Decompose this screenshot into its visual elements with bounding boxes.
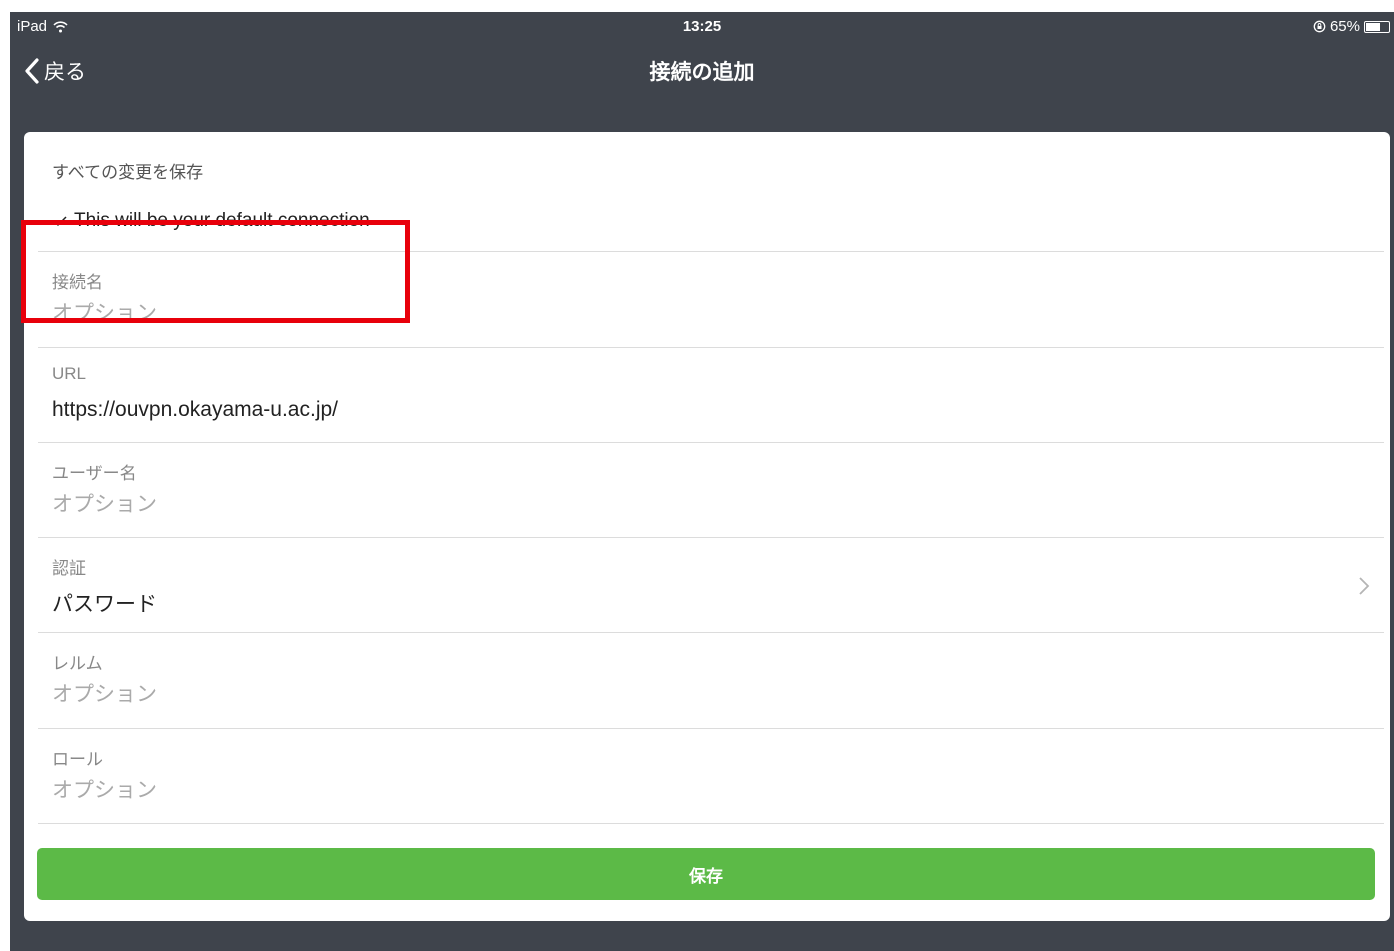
back-label: 戻る — [44, 61, 86, 84]
connection-name-label: 接続名 — [52, 273, 103, 292]
authentication-label: 認証 — [52, 559, 86, 578]
status-bar: iPad 13:25 65% — [10, 12, 1394, 40]
realm-field[interactable]: レルム — [38, 633, 1384, 728]
page-title: 接続の追加 — [649, 61, 755, 84]
authentication-field[interactable]: 認証 パスワード — [38, 538, 1384, 633]
rotation-lock-icon — [1313, 20, 1326, 33]
url-field[interactable]: URL — [38, 348, 1384, 443]
connection-name-field[interactable]: 接続名 — [38, 252, 1384, 347]
app-screen: iPad 13:25 65% 戻る 接続の追加 すべての変更を保存 This w… — [10, 12, 1394, 951]
save-button[interactable]: 保存 — [37, 848, 1375, 900]
back-button[interactable]: 戻る — [24, 56, 86, 86]
role-input[interactable] — [52, 779, 1152, 803]
navigation-bar: 戻る 接続の追加 — [10, 40, 1394, 100]
chevron-left-icon — [25, 58, 39, 84]
battery-fill — [1366, 22, 1380, 31]
url-input[interactable] — [52, 398, 1152, 422]
status-time: 13:25 — [682, 18, 722, 35]
default-connection-row[interactable]: This will be your default connection — [52, 210, 370, 232]
connection-name-input[interactable] — [52, 302, 1152, 326]
role-label: ロール — [52, 750, 103, 769]
username-field[interactable]: ユーザー名 — [38, 443, 1384, 538]
username-label: ユーザー名 — [52, 464, 137, 483]
url-label: URL — [52, 364, 87, 383]
role-field[interactable]: ロール — [38, 729, 1384, 824]
username-input[interactable] — [52, 493, 1152, 517]
save-all-changes-label: すべての変更を保存 — [52, 163, 204, 182]
chevron-right-icon — [1359, 577, 1370, 595]
authentication-value: パスワード — [52, 593, 157, 616]
divider — [38, 823, 1384, 824]
connection-form-card: すべての変更を保存 This will be your default conn… — [24, 132, 1390, 921]
battery-percent: 65% — [1329, 18, 1360, 35]
status-right: 65% — [1313, 18, 1390, 35]
checkmark-icon — [53, 216, 67, 227]
default-connection-text: This will be your default connection — [74, 210, 370, 231]
realm-label: レルム — [52, 654, 103, 673]
battery-icon — [1364, 20, 1390, 33]
realm-input[interactable] — [52, 683, 1152, 707]
